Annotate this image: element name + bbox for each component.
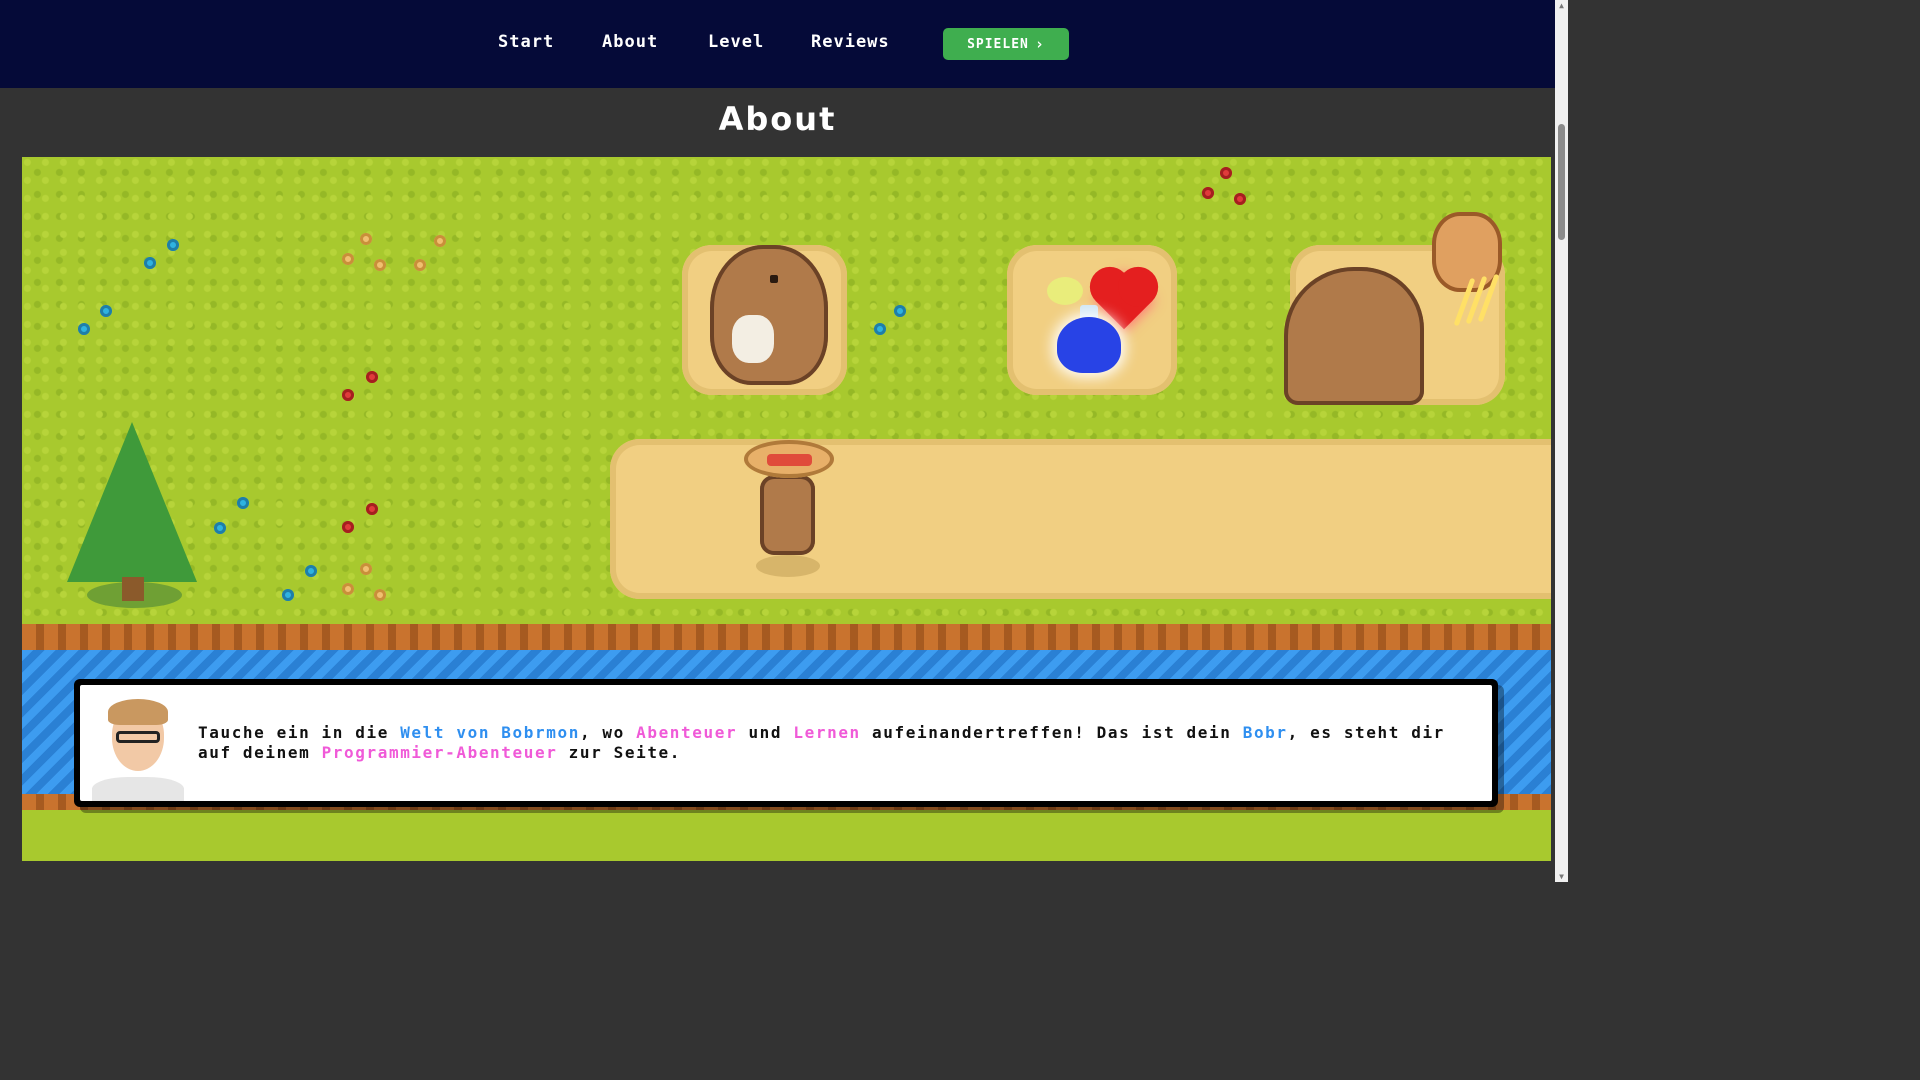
flower-icon [374, 589, 386, 601]
flower-icon [167, 239, 179, 251]
glasses-icon [116, 731, 160, 743]
dialog-text: Tauche ein in die Welt von Bobrmon, wo A… [198, 723, 1488, 763]
flower-icon [282, 589, 294, 601]
dialog-box: Tauche ein in die Welt von Bobrmon, wo A… [74, 679, 1498, 807]
flower-icon [874, 323, 886, 335]
dialog-highlight-bobr: Bobr [1242, 723, 1288, 742]
flower-icon [144, 257, 156, 269]
flower-icon [100, 305, 112, 317]
dialog-highlight-world: Welt von Bobrmon [400, 723, 580, 742]
dialog-highlight-adventure: Abenteuer [636, 723, 738, 742]
nav-link-reviews[interactable]: Reviews [811, 32, 890, 52]
section-title: About [718, 100, 837, 138]
capybara-belly [732, 315, 774, 363]
dialog-highlight-programming: Programmier-Abenteuer [321, 743, 558, 762]
hero-sprite [760, 475, 815, 555]
scroll-up-arrow-icon[interactable]: ▲ [1557, 1, 1566, 10]
avatar-hair [108, 699, 168, 725]
capybara-back-sprite [1284, 267, 1424, 405]
dialog-inner: Tauche ein in die Welt von Bobrmon, wo A… [80, 685, 1492, 801]
flower-icon [366, 371, 378, 383]
scroll-down-arrow-icon[interactable]: ▼ [1557, 872, 1566, 881]
flower-icon [1202, 187, 1214, 199]
hero-hat-band [767, 454, 812, 466]
dialog-text-segment: und [737, 723, 794, 742]
flower-icon [305, 565, 317, 577]
dialog-highlight-learning: Lernen [793, 723, 861, 742]
flower-icon [342, 583, 354, 595]
scrollbar-thumb[interactable] [1558, 124, 1565, 240]
grass-strip [22, 810, 1551, 861]
tree-sprite [67, 422, 197, 582]
flower-icon [342, 389, 354, 401]
tree-trunk [122, 577, 144, 601]
flower-icon [1220, 167, 1232, 179]
flower-icon [366, 503, 378, 515]
riverbank-top [22, 624, 1551, 650]
nav-link-about[interactable]: About [602, 32, 658, 52]
play-button-label: SPIELEN [967, 36, 1029, 52]
narrator-avatar [92, 697, 184, 801]
flower-icon [414, 259, 426, 271]
flower-icon [894, 305, 906, 317]
small-potion-sprite [1047, 277, 1083, 305]
flower-icon [237, 497, 249, 509]
dialog-text-segment: aufeinandertreffen! Das ist dein [860, 723, 1243, 742]
avatar-shirt [92, 777, 184, 801]
nav-link-level[interactable]: Level [708, 32, 764, 52]
flower-icon [342, 253, 354, 265]
flower-icon [1234, 193, 1246, 205]
flower-icon [360, 563, 372, 575]
hero-shadow [756, 555, 820, 577]
capybara-bobr-sprite [710, 245, 828, 385]
nav-link-start[interactable]: Start [498, 32, 554, 52]
top-navbar: Start About Level Reviews SPIELEN › [0, 0, 1555, 88]
play-button[interactable]: SPIELEN › [943, 28, 1069, 60]
flower-icon [214, 522, 226, 534]
dialog-text-segment: Tauche ein in die [198, 723, 401, 742]
flower-icon [360, 233, 372, 245]
chevron-right-icon: › [1034, 35, 1045, 53]
capybara-eye [770, 275, 778, 283]
flower-icon [342, 521, 354, 533]
dialog-text-segment: , wo [579, 723, 637, 742]
dialog-text-segment: zur Seite. [557, 743, 682, 762]
flower-icon [434, 235, 446, 247]
blue-potion-sprite [1057, 317, 1121, 373]
page-scrollbar[interactable]: ▲ ▼ [1555, 0, 1568, 882]
flower-icon [374, 259, 386, 271]
flower-icon [78, 323, 90, 335]
